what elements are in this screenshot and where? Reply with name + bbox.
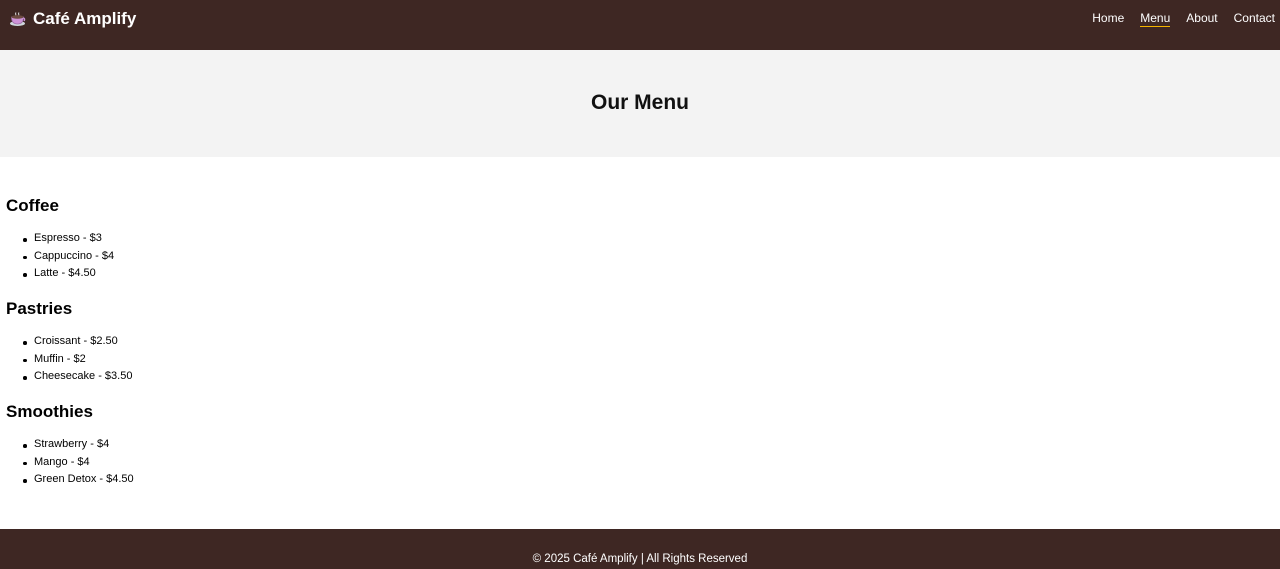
menu-item: Muffin - $2 <box>23 351 1280 369</box>
copyright-text: © 2025 Café Amplify | All Rights Reserve… <box>532 553 748 565</box>
menu-section-pastries: Pastries Croissant - $2.50 Muffin - $2 C… <box>0 299 1280 386</box>
menu-item: Cappuccino - $4 <box>23 248 1280 266</box>
menu-item: Green Detox - $4.50 <box>23 471 1280 489</box>
page-title: Our Menu <box>591 91 689 114</box>
menu-item: Mango - $4 <box>23 454 1280 472</box>
menu-item: Croissant - $2.50 <box>23 333 1280 351</box>
menu-list: Croissant - $2.50 Muffin - $2 Cheesecake… <box>0 333 1280 386</box>
nav-link-about[interactable]: About <box>1186 11 1217 27</box>
page-footer: © 2025 Café Amplify | All Rights Reserve… <box>0 529 1280 569</box>
brand-logo[interactable]: Café Amplify <box>9 9 136 29</box>
nav-link-home[interactable]: Home <box>1092 11 1124 27</box>
menu-item: Strawberry - $4 <box>23 436 1280 454</box>
menu-item: Espresso - $3 <box>23 230 1280 248</box>
menu-list: Espresso - $3 Cappuccino - $4 Latte - $4… <box>0 230 1280 283</box>
menu-section-coffee: Coffee Espresso - $3 Cappuccino - $4 Lat… <box>0 196 1280 283</box>
nav-link-menu[interactable]: Menu <box>1140 11 1171 27</box>
top-navbar: Café Amplify Home Menu About Contact <box>0 0 1280 50</box>
menu-section-smoothies: Smoothies Strawberry - $4 Mango - $4 Gre… <box>0 402 1280 489</box>
section-title: Smoothies <box>6 402 93 421</box>
section-title: Pastries <box>6 299 73 318</box>
hero-banner: Our Menu <box>0 50 1280 157</box>
menu-content: Coffee Espresso - $3 Cappuccino - $4 Lat… <box>0 196 1280 505</box>
menu-item: Cheesecake - $3.50 <box>23 368 1280 386</box>
coffee-cup-icon <box>9 11 26 28</box>
brand-name: Café Amplify <box>33 9 137 28</box>
nav-link-contact[interactable]: Contact <box>1234 11 1275 27</box>
section-title: Coffee <box>6 196 59 215</box>
main-nav: Home Menu About Contact <box>1076 11 1275 27</box>
menu-item: Latte - $4.50 <box>23 265 1280 283</box>
menu-list: Strawberry - $4 Mango - $4 Green Detox -… <box>0 436 1280 489</box>
